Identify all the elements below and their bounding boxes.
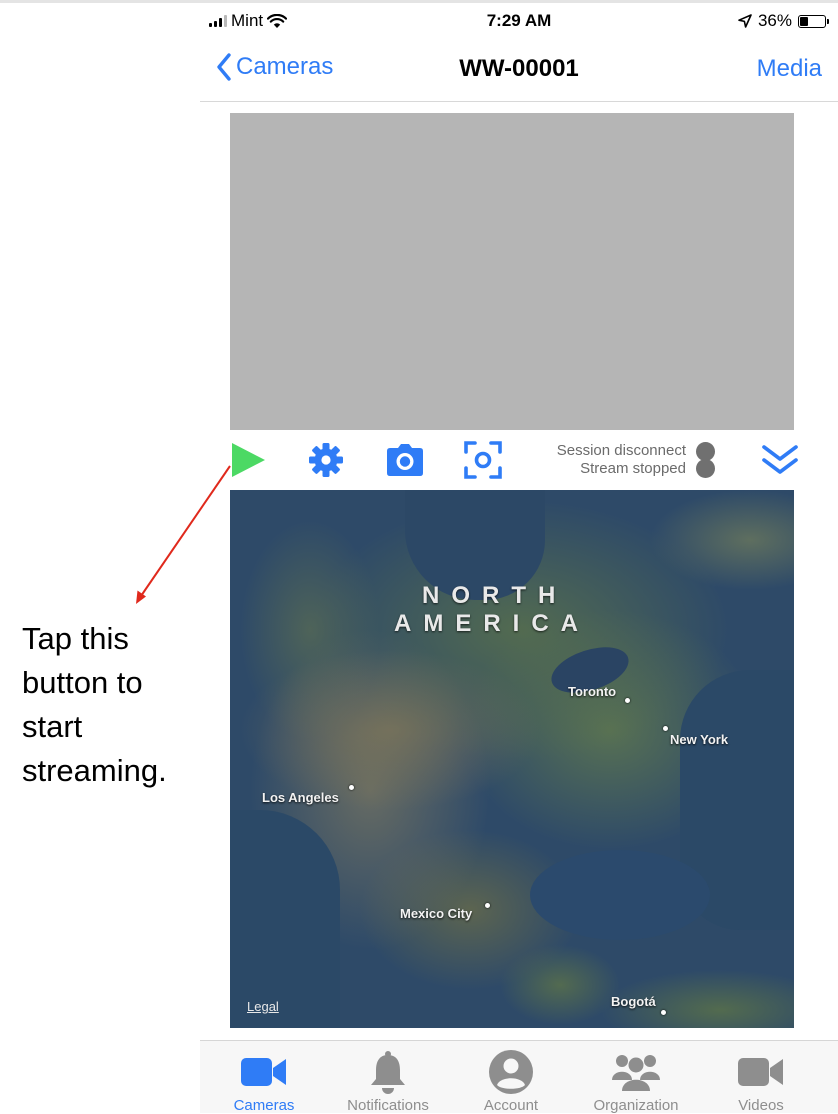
annotation-arrow <box>136 465 231 604</box>
annotation-text: Tap this button to start streaming. <box>22 621 167 788</box>
